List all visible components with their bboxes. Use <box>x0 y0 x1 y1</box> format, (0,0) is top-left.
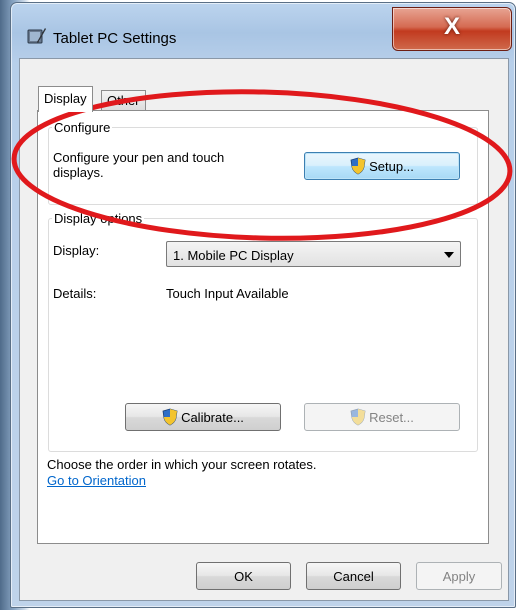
orientation-link[interactable]: Go to Orientation <box>47 473 146 488</box>
tablet-pen-icon <box>27 28 46 44</box>
ok-button-label: OK <box>234 568 253 584</box>
orientation-text: Choose the order in which your screen ro… <box>47 457 317 472</box>
configure-description-line2: displays. <box>53 165 104 180</box>
setup-button-label: Setup... <box>369 158 414 174</box>
display-options-legend: Display options <box>52 211 145 226</box>
apply-button[interactable]: Apply <box>416 562 502 590</box>
ok-button[interactable]: OK <box>196 562 291 590</box>
display-tab-panel: Configure Configure your pen and touch d… <box>37 110 489 544</box>
uac-shield-icon <box>350 157 366 175</box>
close-button[interactable]: X <box>392 7 512 51</box>
tab-display-label: Display <box>44 91 87 106</box>
chevron-down-icon <box>444 252 454 258</box>
uac-shield-icon <box>350 408 366 426</box>
cancel-button[interactable]: Cancel <box>306 562 401 590</box>
tab-other[interactable]: Other <box>101 90 146 111</box>
close-icon: X <box>443 13 460 40</box>
details-value: Touch Input Available <box>166 286 289 301</box>
display-select-value: 1. Mobile PC Display <box>173 248 294 263</box>
details-label: Details: <box>53 286 97 301</box>
display-label: Display: <box>53 243 100 258</box>
settings-window: Tablet PC Settings X Display Other Confi… <box>10 2 516 608</box>
window-title: Tablet PC Settings <box>53 30 177 47</box>
configure-legend: Configure <box>52 120 113 135</box>
configure-description-line1: Configure your pen and touch <box>53 150 225 165</box>
apply-button-label: Apply <box>442 568 476 584</box>
reset-button[interactable]: Reset... <box>304 403 460 431</box>
reset-button-label: Reset... <box>369 409 414 425</box>
setup-button[interactable]: Setup... <box>304 152 460 180</box>
display-select[interactable]: 1. Mobile PC Display <box>166 241 461 267</box>
calibrate-button[interactable]: Calibrate... <box>125 403 281 431</box>
tab-other-label: Other <box>107 93 140 108</box>
calibrate-button-label: Calibrate... <box>181 409 244 425</box>
uac-shield-icon <box>162 408 178 426</box>
cancel-button-label: Cancel <box>333 568 374 584</box>
dialog-client-area: Display Other Configure Configure your p… <box>19 58 509 601</box>
tab-display[interactable]: Display <box>38 86 93 112</box>
